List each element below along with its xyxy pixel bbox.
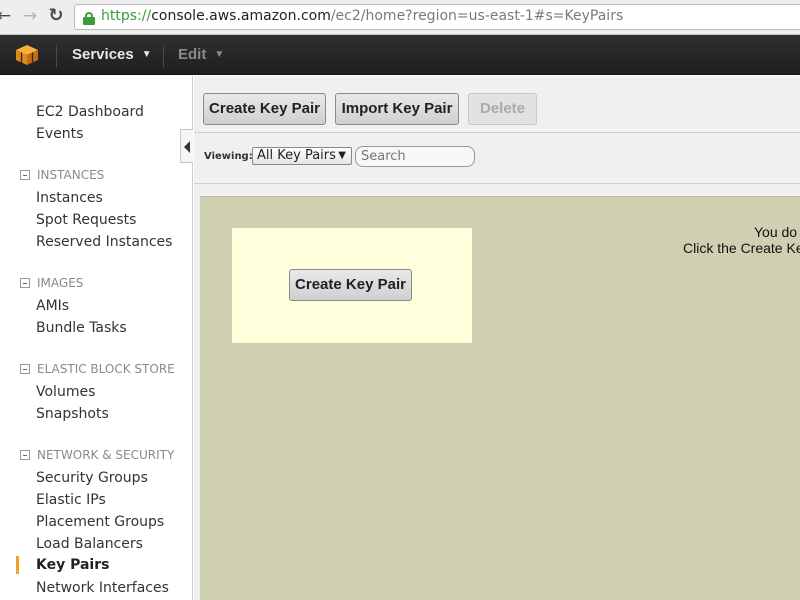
edit-menu[interactable]: Edit ▼	[178, 46, 224, 63]
aws-cube-logo-icon[interactable]	[15, 44, 39, 66]
services-menu[interactable]: Services ▼	[72, 46, 152, 63]
empty-state-message: You do	[754, 224, 798, 240]
sidebar-item-events[interactable]: Events	[36, 126, 83, 142]
sidebar-item-volumes[interactable]: Volumes	[36, 384, 95, 400]
empty-state-hint: Click the Create Key	[683, 240, 800, 256]
collapse-icon[interactable]	[20, 170, 30, 180]
sidebar-item-spot-requests[interactable]: Spot Requests	[36, 212, 136, 228]
empty-state-box: Create Key Pair	[232, 228, 472, 343]
heading-label: INSTANCES	[37, 168, 105, 182]
sidebar-item-security-groups[interactable]: Security Groups	[36, 470, 148, 486]
viewing-select-value: All Key Pairs	[257, 148, 336, 163]
create-key-pair-button[interactable]: Create Key Pair	[289, 269, 412, 301]
sidebar-item-load-balancers[interactable]: Load Balancers	[36, 536, 143, 552]
key-pairs-panel: Create Key Pair You do Click the Create …	[200, 196, 800, 600]
sidebar-item-amis[interactable]: AMIs	[36, 298, 69, 314]
sidebar-heading-instances[interactable]: INSTANCES	[20, 168, 104, 182]
sidebar-item-ec2-dashboard[interactable]: EC2 Dashboard	[36, 104, 144, 120]
viewing-label: Viewing:	[204, 151, 253, 162]
filter-bar: Viewing: All Key Pairs ▼	[194, 134, 800, 184]
sidebar-item-key-pairs[interactable]: Key Pairs	[36, 557, 109, 573]
chevron-down-icon: ▼	[214, 49, 225, 60]
forward-arrow-icon[interactable]: →	[20, 6, 40, 26]
viewing-select[interactable]: All Key Pairs ▼	[252, 147, 352, 165]
import-key-pair-button[interactable]: Import Key Pair	[335, 93, 459, 125]
heading-label: IMAGES	[37, 276, 84, 290]
services-label: Services	[72, 46, 134, 63]
sidebar-item-network-interfaces[interactable]: Network Interfaces	[36, 580, 169, 596]
browser-toolbar: ← → ↻ https://console.aws.amazon.com/ec2…	[0, 0, 800, 35]
sidebar-item-placement-groups[interactable]: Placement Groups	[36, 514, 164, 530]
url-host: console.aws.amazon.com	[151, 8, 331, 24]
main-content: Create Key Pair Import Key Pair Delete V…	[194, 76, 800, 600]
url-path: /ec2/home?region=us-east-1#s=KeyPairs	[330, 8, 624, 24]
address-bar[interactable]: https://console.aws.amazon.com/ec2/home?…	[74, 4, 800, 30]
collapse-sidebar-icon[interactable]	[180, 129, 193, 163]
sidebar-heading-images[interactable]: IMAGES	[20, 276, 83, 290]
reload-icon[interactable]: ↻	[46, 6, 66, 26]
sidebar-item-reserved-instances[interactable]: Reserved Instances	[36, 234, 172, 250]
collapse-icon[interactable]	[20, 278, 30, 288]
sidebar-item-snapshots[interactable]: Snapshots	[36, 406, 109, 422]
search-input[interactable]	[355, 146, 475, 167]
back-arrow-icon[interactable]: ←	[0, 6, 14, 26]
aws-top-nav: Services ▼ Edit ▼	[0, 35, 800, 75]
chevron-down-icon: ▼	[141, 49, 152, 60]
sidebar-heading-ebs[interactable]: ELASTIC BLOCK STORE	[20, 362, 175, 376]
collapse-icon[interactable]	[20, 364, 30, 374]
sidebar-heading-network-security[interactable]: NETWORK & SECURITY	[20, 448, 174, 462]
url-text[interactable]: https://console.aws.amazon.com/ec2/home?…	[101, 8, 623, 24]
sidebar: EC2 Dashboard Events INSTANCES Instances…	[0, 76, 193, 600]
sidebar-item-instances[interactable]: Instances	[36, 190, 103, 206]
collapse-icon[interactable]	[20, 450, 30, 460]
create-key-pair-button[interactable]: Create Key Pair	[203, 93, 326, 125]
nav-divider	[56, 45, 57, 67]
heading-label: ELASTIC BLOCK STORE	[37, 362, 175, 376]
dropdown-arrow-icon: ▼	[338, 150, 346, 161]
sidebar-item-bundle-tasks[interactable]: Bundle Tasks	[36, 320, 127, 336]
active-indicator	[16, 556, 19, 574]
delete-button[interactable]: Delete	[468, 93, 537, 125]
nav-divider	[163, 45, 164, 67]
url-scheme: https://	[101, 8, 152, 24]
edit-label: Edit	[178, 46, 207, 63]
sidebar-item-elastic-ips[interactable]: Elastic IPs	[36, 492, 106, 508]
action-toolbar: Create Key Pair Import Key Pair Delete	[194, 76, 800, 133]
lock-icon	[83, 12, 95, 25]
heading-label: NETWORK & SECURITY	[37, 448, 175, 462]
